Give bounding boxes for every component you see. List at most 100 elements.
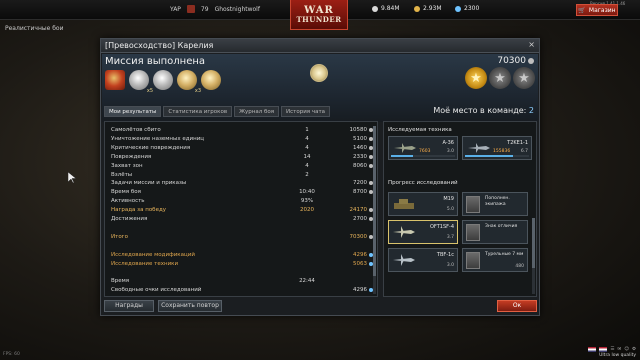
stat-row: Активность 93%: [111, 197, 373, 205]
progress-title: Прогресс исследований: [388, 180, 458, 186]
shop-label: Магазин: [588, 6, 616, 14]
stat-row: Достижения 2700: [111, 215, 373, 223]
silver-lions-icon: [372, 5, 378, 12]
shop-button[interactable]: 🛒 Магазин: [576, 4, 618, 16]
progress-vehicle-m19[interactable]: M19 5.0: [388, 192, 458, 216]
tab-player-stats[interactable]: Статистика игроков: [163, 106, 233, 117]
researched-title: Исследуемая техника: [388, 127, 452, 133]
insignia-icon: [466, 224, 480, 241]
progress-vehicle-tbf[interactable]: TBF-1c 3.0: [388, 248, 458, 272]
stat-value: 7200: [353, 180, 367, 187]
fps-counter: FPS: 60: [3, 352, 20, 357]
vehicle-name: TBF-1c: [436, 252, 454, 258]
stat-row: [111, 242, 373, 250]
gold-medal-icon[interactable]: [201, 70, 221, 90]
squad-icon[interactable]: ☰: [610, 347, 614, 352]
flag-icon[interactable]: [599, 347, 608, 352]
star-icon: ★: [513, 67, 535, 89]
progress-mod-turret[interactable]: Турельные 7 мм 480: [462, 248, 528, 272]
vehicle-br: 3.7: [446, 235, 454, 240]
tank-icon: [394, 199, 414, 209]
save-replay-button[interactable]: Сохранить повтор: [158, 300, 222, 312]
vehicle-br: 3.0: [446, 263, 454, 268]
cart-icon: 🛒: [578, 6, 586, 14]
research-points[interactable]: 2300: [455, 5, 479, 12]
tab-my-results[interactable]: Мои результаты: [104, 106, 162, 117]
stat-label: Исследование техники: [111, 260, 179, 267]
rp-icon: [455, 5, 461, 12]
chat-icon[interactable]: ✉: [617, 347, 621, 352]
stat-label: Награда за победу: [111, 207, 167, 214]
mod-name: Турельные 7 мм: [485, 252, 524, 257]
awards-button[interactable]: Награды: [104, 300, 154, 312]
player-info[interactable]: YAP 79 Ghostnightwolf: [170, 5, 260, 13]
stat-value: 5100: [353, 135, 367, 142]
stat-row: Захват зон 4 8060: [111, 162, 373, 170]
rp-amount: 2300: [464, 5, 480, 12]
plane-icon: [393, 226, 415, 238]
vehicle-name: T2KE1-1: [507, 140, 528, 146]
flag-icon[interactable]: [588, 347, 597, 352]
golden-eagles[interactable]: 2.93M: [414, 5, 442, 12]
silver-medal-icon[interactable]: x5: [129, 70, 153, 94]
vehicle-br: 6.7: [520, 149, 528, 154]
stat-count: 4: [305, 162, 309, 169]
settings-icon[interactable]: ⚙: [632, 347, 636, 352]
stat-value: 8700: [353, 189, 367, 196]
researched-vehicle-t2ke1[interactable]: T2KE1-1 155836 6.7: [462, 136, 532, 160]
mod-rp: 480: [515, 264, 524, 269]
stat-label: Время боя: [111, 189, 141, 196]
stat-count: 2: [305, 171, 309, 178]
team-place: Моё место в команде: 2: [433, 106, 534, 115]
award-medal-icon[interactable]: [105, 70, 125, 90]
progress-mod-insignia[interactable]: Знак отличия: [462, 220, 528, 244]
medal-multiplier: x3: [194, 88, 201, 94]
game-logo[interactable]: WAR THUNDER: [290, 0, 348, 30]
debriefing-dialog: [Превосходство] Карелия × Миссия выполне…: [100, 38, 540, 316]
quality-label: Ultra low quality: [599, 353, 636, 358]
progress-vehicle-oft1sf[interactable]: OFT1SF-4 3.7: [388, 220, 458, 244]
mission-emblem-icon: [310, 64, 328, 82]
stat-row: Исследование модификаций 4296: [111, 251, 373, 259]
stat-count: 4: [305, 144, 309, 151]
plane-icon: [393, 254, 415, 266]
stat-value: 8060: [353, 162, 367, 169]
stats-scrollbar[interactable]: [373, 126, 376, 294]
research-progress-bar: [465, 155, 529, 157]
golden-eagles-amount: 2.93M: [423, 5, 442, 12]
player-tag: YAP: [170, 5, 181, 13]
mission-result-title: Миссия выполнена: [105, 56, 206, 67]
rank-level: 79: [200, 5, 209, 13]
stat-label: Повреждения: [111, 153, 152, 160]
stat-row: Время боя 10:40 8700: [111, 188, 373, 196]
friends-icon[interactable]: ☺: [624, 347, 629, 352]
close-icon[interactable]: ×: [528, 40, 535, 49]
stat-label: Захват зон: [111, 162, 143, 169]
vehicle-name: M19: [443, 196, 454, 202]
progress-mod-crew[interactable]: Пополнен. экипажа: [462, 192, 528, 216]
stat-value: 1460: [353, 144, 367, 151]
mod-name: Пополнен. экипажа: [485, 196, 510, 207]
mod-name: Знак отличия: [485, 224, 518, 229]
vehicle-name: OFT1SF-4: [430, 224, 454, 230]
stat-value: 2700: [353, 216, 367, 222]
stats-panel: Самолётов сбито 1 10580 Уничтожение наземны…: [104, 121, 378, 297]
stat-row: Время 22:44: [111, 277, 373, 285]
research-progress-bar: [391, 155, 455, 157]
silver-lions[interactable]: 9.84M: [372, 5, 400, 12]
tab-chat-history[interactable]: История чата: [281, 106, 331, 117]
gold-medal-icon[interactable]: x3: [177, 70, 201, 94]
stat-value: 24170: [349, 207, 368, 214]
researched-vehicle-a36[interactable]: A-36 7603 3.0: [388, 136, 458, 160]
total-score: 70300: [497, 56, 526, 66]
stat-count: 2020: [300, 207, 314, 214]
player-name: Ghostnightwolf: [214, 5, 260, 13]
stat-label: Время: [111, 278, 130, 285]
team-place-value: 2: [528, 106, 534, 115]
tab-battle-log[interactable]: Журнал боя: [234, 106, 280, 117]
ok-button[interactable]: Ок: [497, 300, 537, 312]
research-scrollbar[interactable]: [532, 218, 535, 294]
silver-medal-icon[interactable]: [153, 70, 173, 90]
stat-label: Критические повреждения: [111, 144, 191, 151]
stat-count: 10:40: [299, 189, 315, 196]
